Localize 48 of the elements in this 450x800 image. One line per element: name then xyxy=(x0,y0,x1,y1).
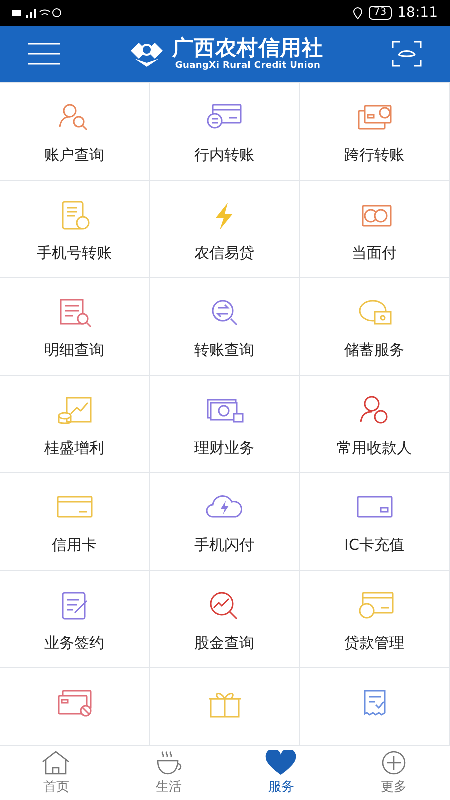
service-label: 跨行转账 xyxy=(344,145,404,166)
service-label: 贷款管理 xyxy=(344,632,404,653)
service-tile[interactable]: IC卡充值 xyxy=(300,473,450,570)
scan-icon[interactable] xyxy=(392,41,422,67)
service-tile[interactable]: 行内转账 xyxy=(150,83,300,180)
service-tile[interactable]: 桂盛增利 xyxy=(0,376,150,473)
service-label: 明细查询 xyxy=(44,340,104,360)
bank-subtitle: GuangXi Rural Credit Union xyxy=(175,60,321,72)
nav-tab[interactable]: 更多 xyxy=(338,746,450,800)
service-label: 储蓄服务 xyxy=(344,340,404,360)
service-label: 账户查询 xyxy=(44,145,104,166)
bank-name: 广西农村信用社 xyxy=(172,36,324,60)
service-tile[interactable]: 明细查询 xyxy=(0,278,150,376)
service-tile[interactable]: 常用收款人 xyxy=(300,376,450,473)
service-label: 桂盛增利 xyxy=(44,438,104,458)
service-tile[interactable]: 账户查询 xyxy=(0,83,150,180)
service-tile[interactable]: 业务签约 xyxy=(0,570,150,668)
service-tile[interactable]: 手机闪付 xyxy=(150,473,300,570)
service-label: 转账查询 xyxy=(194,340,254,360)
service-tile[interactable]: 贷款管理 xyxy=(300,570,450,668)
service-tile[interactable]: 理财业务 xyxy=(150,376,300,473)
home-icon xyxy=(41,750,72,776)
service-tile[interactable]: 股金查询 xyxy=(150,570,300,668)
heart-icon xyxy=(265,750,298,776)
service-label: 信用卡 xyxy=(52,535,97,556)
nav-tab[interactable]: 服务 xyxy=(225,746,338,800)
service-label: 当面付 xyxy=(352,242,397,263)
service-tile[interactable]: 跨行转账 xyxy=(300,83,450,180)
service-label: 常用收款人 xyxy=(337,438,412,458)
service-label: 行内转账 xyxy=(194,145,254,166)
service-label: IC卡充值 xyxy=(344,535,404,556)
menu-icon[interactable] xyxy=(28,42,60,66)
service-tile[interactable]: 信用卡 xyxy=(0,473,150,570)
service-label: 农信易贷 xyxy=(194,242,254,263)
service-label: 手机闪付 xyxy=(194,535,254,556)
service-tile[interactable]: 手机号转账 xyxy=(0,180,150,278)
service-tile[interactable]: 储蓄服务 xyxy=(300,278,450,376)
service-label: 股金查询 xyxy=(194,632,254,653)
clock-time: 18:11 xyxy=(398,4,438,22)
nav-tab[interactable]: 生活 xyxy=(112,746,225,800)
battery-level: 73 xyxy=(368,6,392,20)
service-tile[interactable]: 当面付 xyxy=(300,180,450,278)
service-label: 业务签约 xyxy=(44,632,104,653)
service-label: 理财业务 xyxy=(194,438,254,458)
service-tile[interactable]: 农信易贷 xyxy=(150,180,300,278)
service-tile[interactable]: 转账查询 xyxy=(150,278,300,376)
service-label: 手机号转账 xyxy=(37,242,112,263)
nav-tab[interactable]: 首页 xyxy=(0,746,112,800)
